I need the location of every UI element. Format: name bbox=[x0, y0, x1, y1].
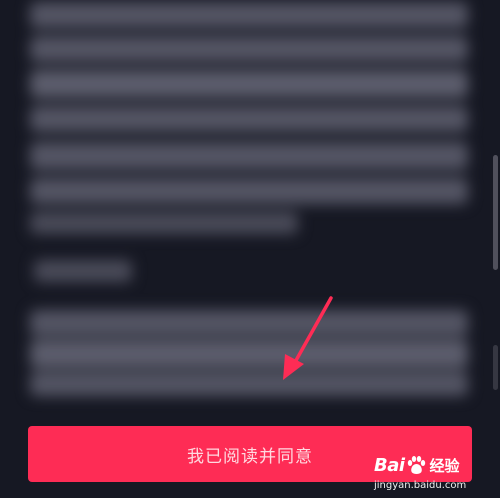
agreement-content bbox=[0, 0, 500, 410]
baidu-jingyan-watermark: Bai 经验 jingyan.baidu.com bbox=[374, 450, 492, 496]
text-line bbox=[30, 212, 298, 234]
text-line bbox=[30, 142, 468, 170]
text-line bbox=[30, 340, 468, 368]
scrollbar-track-end bbox=[493, 345, 498, 390]
text-line bbox=[30, 70, 468, 98]
baidu-paw-icon bbox=[407, 456, 425, 474]
text-line bbox=[30, 372, 468, 396]
watermark-brand-prefix: Bai bbox=[374, 454, 405, 476]
scrollbar-thumb[interactable] bbox=[493, 155, 498, 270]
text-line bbox=[30, 106, 468, 132]
watermark-url: jingyan.baidu.com bbox=[374, 480, 467, 491]
agree-button-label: 我已阅读并同意 bbox=[187, 446, 313, 467]
text-line bbox=[30, 2, 468, 28]
watermark-brand-suffix: 经验 bbox=[429, 456, 460, 475]
text-line bbox=[30, 36, 468, 62]
agreement-screen: 我已阅读并同意 Bai 经验 jingyan.baidu.com bbox=[0, 0, 500, 498]
blurred-agreement-text bbox=[0, 0, 500, 410]
text-line bbox=[30, 178, 468, 204]
text-line bbox=[34, 260, 132, 282]
text-line bbox=[30, 310, 468, 336]
